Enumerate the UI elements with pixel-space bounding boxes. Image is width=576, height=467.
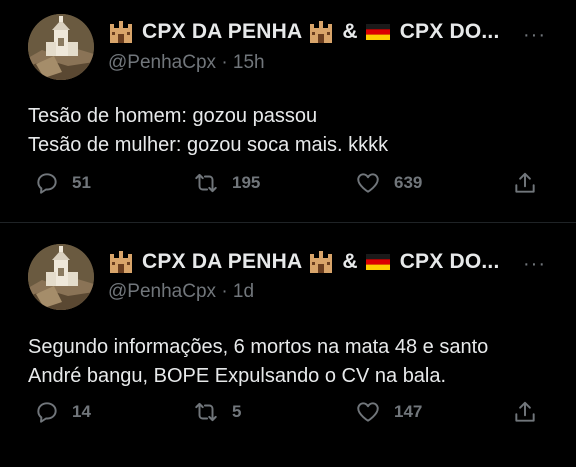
- tweet-text-line: André bangu, BOPE Expulsando o CV na bal…: [28, 365, 447, 387]
- action-bar: 14 5 147: [0, 399, 576, 431]
- castle-emoji-icon: [310, 21, 333, 43]
- handle-row: @PenhaCpx · 15h: [108, 52, 265, 74]
- castle-emoji-icon: [110, 21, 132, 43]
- action-bar: 51 195 639: [0, 170, 576, 202]
- ampersand: &: [342, 250, 358, 273]
- tweet-text-line: Tesão de homem: gozou passou: [28, 105, 318, 127]
- display-name[interactable]: CPX DA PENHA & CPX DO...: [108, 20, 500, 44]
- display-name[interactable]: CPX DA PENHA & CPX DO...: [108, 250, 500, 274]
- castle-emoji-icon: [110, 251, 132, 273]
- display-name-text-2: CPX DO...: [399, 250, 500, 273]
- reply-button[interactable]: 14: [34, 399, 91, 425]
- separator-dot: ·: [221, 52, 228, 73]
- share-icon: [515, 172, 535, 193]
- reply-icon: [37, 402, 57, 423]
- heart-icon: [357, 173, 379, 193]
- reply-count: 51: [72, 173, 91, 192]
- reply-icon: [37, 173, 57, 194]
- germany-flag-icon: [365, 254, 390, 270]
- timeline: CPX DA PENHA & CPX DO... ··· @PenhaCpx ·: [0, 0, 576, 467]
- more-icon[interactable]: ···: [523, 24, 546, 47]
- tweet-text: Segundo informações, 6 mortos na mata 48…: [28, 333, 558, 391]
- reply-count: 14: [72, 402, 91, 421]
- avatar[interactable]: [28, 14, 94, 80]
- timestamp[interactable]: 15h: [233, 52, 265, 73]
- church-avatar-image: [28, 244, 94, 310]
- heart-icon: [357, 402, 379, 422]
- tweet[interactable]: CPX DA PENHA & CPX DO... ··· @PenhaCpx ·: [0, 0, 576, 222]
- retweet-icon: [195, 402, 217, 422]
- tweet-text: Tesão de homem: gozou passou Tesão de mu…: [28, 102, 558, 160]
- tweet[interactable]: CPX DA PENHA & CPX DO... ··· @PenhaCpx ·: [0, 223, 576, 467]
- reply-button[interactable]: 51: [34, 170, 91, 196]
- retweet-button[interactable]: 195: [192, 170, 260, 196]
- castle-emoji-icon: [310, 251, 333, 273]
- church-avatar-image: [28, 14, 94, 80]
- retweet-count: 5: [232, 402, 242, 421]
- like-count: 639: [394, 173, 423, 192]
- display-name-text: CPX DA PENHA: [142, 20, 303, 43]
- share-button[interactable]: [512, 399, 538, 425]
- display-name-text: CPX DA PENHA: [142, 250, 303, 273]
- tweet-text-line: Tesão de mulher: gozou soca mais. kkkk: [28, 134, 389, 156]
- share-button[interactable]: [512, 170, 538, 196]
- timestamp[interactable]: 1d: [233, 281, 254, 302]
- retweet-count: 195: [232, 173, 261, 192]
- separator-dot: ·: [221, 281, 228, 302]
- handle-row: @PenhaCpx · 1d: [108, 281, 254, 303]
- retweet-button[interactable]: 5: [192, 399, 241, 425]
- handle[interactable]: @PenhaCpx: [108, 281, 216, 302]
- share-icon: [515, 401, 535, 422]
- retweet-icon: [195, 173, 217, 193]
- display-name-text-2: CPX DO...: [399, 20, 500, 43]
- ampersand: &: [342, 20, 358, 43]
- avatar[interactable]: [28, 244, 94, 310]
- germany-flag-icon: [365, 24, 390, 40]
- more-icon[interactable]: ···: [523, 253, 546, 276]
- like-button[interactable]: 639: [354, 170, 422, 196]
- like-count: 147: [394, 402, 423, 421]
- like-button[interactable]: 147: [354, 399, 422, 425]
- tweet-text-line: Segundo informações, 6 mortos na mata 48…: [28, 336, 489, 358]
- handle[interactable]: @PenhaCpx: [108, 52, 216, 73]
